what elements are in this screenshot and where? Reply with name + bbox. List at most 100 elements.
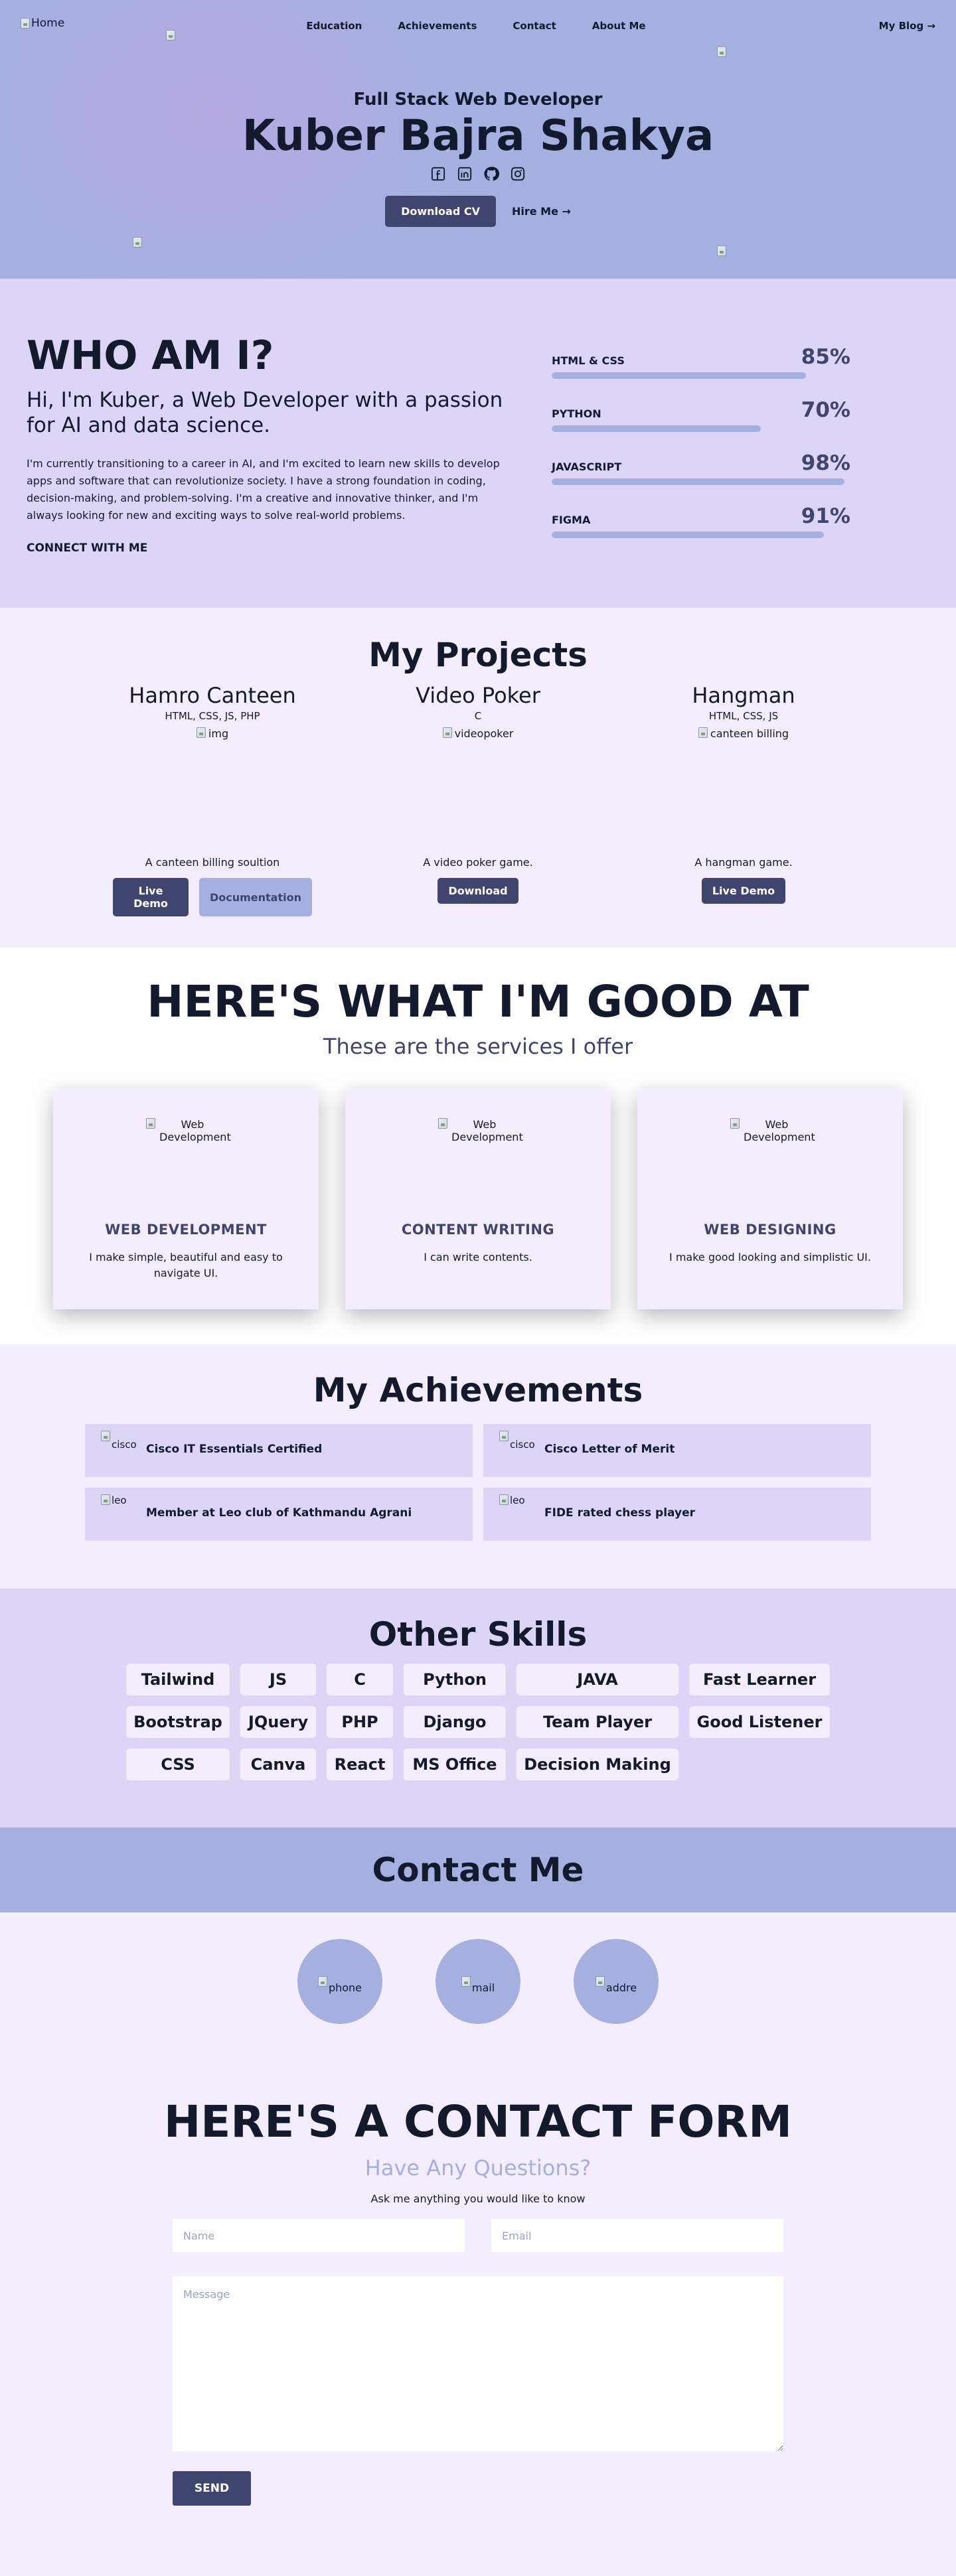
skill-chip: Bootstrap [126,1706,230,1738]
project-card: Video Poker C videopoker A video poker g… [378,682,578,904]
about-section: WHO AM I? Hi, I'm Kuber, a Web Developer… [0,279,956,608]
nav-link-achievements[interactable]: Achievements [398,20,477,32]
broken-image-icon [101,1431,110,1441]
broken-image-icon [146,1118,155,1129]
broken-image-icon [698,727,708,738]
project-buttons: Download [378,878,578,904]
achievements-section: My Achievements cisco Cisco IT Essential… [0,1344,956,1589]
instagram-icon[interactable] [509,165,526,182]
project-image-alt: videopoker [454,727,514,740]
skill-fill [552,478,844,485]
project-name: Hangman [692,683,795,708]
connect-heading: CONNECT WITH ME [27,541,148,555]
skill-chip: JAVA [517,1664,678,1695]
skill-name: FIGMA [552,514,591,526]
broken-image-icon [317,1976,327,1987]
service-text: I make simple, beautiful and easy to nav… [89,1251,283,1279]
service-title: WEB DESIGNING [704,1222,836,1238]
achievement-list: cisco Cisco IT Essentials Certified cisc… [85,1424,871,1541]
service-title: CONTENT WRITING [401,1222,555,1238]
service-cards: Web Development WEB DEVELOPMENT I make s… [53,1089,903,1309]
project-tech: C [474,710,482,722]
skill-chips: Tailwind JS C Python JAVA Fast Learner B… [126,1664,836,1780]
skill-percent: 98% [801,451,850,475]
broken-image-icon [499,1431,509,1441]
send-button[interactable]: SEND [173,2471,251,2506]
achievement-item: leo FIDE rated chess player [483,1488,871,1541]
skill-bar: HTML & CSS 85% [552,342,850,395]
live-demo-button[interactable]: Live Demo [701,878,786,904]
address-icon[interactable]: addre [574,1939,659,2024]
projects-title: My Projects [368,636,588,674]
hero-content: Full Stack Web Developer Kuber Bajra Sha… [0,90,956,227]
achievement-text: Cisco IT Essentials Certified [146,1443,323,1456]
skill-bars: HTML & CSS 85% PYTHON 70% JAVASCRIPT 98% FIGMA… [552,342,850,555]
project-tech: HTML, CSS, JS [708,710,779,722]
mail-icon[interactable]: mail [436,1939,520,2024]
broken-image-icon [595,1976,605,1987]
top-nav: Home Education Achievements Contact Abou… [0,0,956,53]
skill-track [552,532,850,538]
skill-chip: Decision Making [517,1749,678,1780]
nav-link-contact[interactable]: Contact [513,20,556,32]
blog-link[interactable]: My Blog → [879,20,935,32]
hire-me-button[interactable]: Hire Me → [512,205,571,218]
contact-icons: phone mail addre [0,1912,956,2065]
skill-chip: C [327,1664,393,1695]
hero-subtitle: Full Stack Web Developer [353,90,603,109]
service-image: Web Development [53,1089,319,1195]
achievement-item: cisco Cisco IT Essentials Certified [85,1424,473,1477]
services-title: HERE'S WHAT I'M GOOD AT [147,976,809,1027]
phone-icon[interactable]: phone [297,1939,382,2024]
linkedin-icon[interactable] [456,165,473,182]
achievement-logo-alt: leo [112,1494,127,1506]
services-subtitle: These are the services I offer [323,1034,633,1059]
hero-buttons: Download CV Hire Me → [0,196,956,227]
message-field[interactable] [173,2276,783,2451]
nav-link-about[interactable]: About Me [592,20,646,32]
contact-form-section: HERE'S A CONTACT FORM Have Any Questions… [0,2065,956,2576]
decoration-image-icon [717,46,726,57]
name-field[interactable] [173,2219,465,2252]
project-name: Hamro Canteen [129,683,296,708]
other-skills-title: Other Skills [368,1615,588,1654]
service-card: Web Development CONTENT WRITING I can wr… [345,1089,611,1309]
service-image-alt: Web Development [159,1118,231,1143]
project-buttons: Live Demo Documentation [113,878,312,916]
skill-chip: JQuery [240,1706,316,1738]
form-hint: Ask me anything you would like to know [370,2192,586,2205]
nav-link-education[interactable]: Education [306,20,362,32]
live-demo-button[interactable]: Live Demo [113,878,189,916]
hero-name: Kuber Bajra Shakya [242,111,714,161]
download-cv-button[interactable]: Download CV [385,196,496,227]
hero-section: Home Education Achievements Contact Abou… [0,0,956,279]
achievement-logo: leo [101,1494,127,1506]
about-title: WHO AM I? [27,332,274,379]
achievement-item: cisco Cisco Letter of Merit [483,1424,871,1477]
about-body: I'm currently transitioning to a career … [27,457,500,522]
email-field[interactable] [491,2219,783,2252]
project-image: canteen billing [644,722,843,855]
project-image-alt: canteen billing [710,727,789,740]
broken-image-icon [461,1976,471,1987]
broken-image-icon [730,1118,740,1129]
service-image: Web Development [637,1089,903,1195]
project-name: Video Poker [416,683,540,708]
broken-image-icon [499,1494,509,1505]
skill-name: PYTHON [552,407,601,420]
project-image: img [113,722,312,855]
about-lead: Hi, I'm Kuber, a Web Developer with a pa… [27,388,503,437]
service-text: I can write contents. [424,1251,532,1263]
documentation-button[interactable]: Documentation [199,878,312,916]
achievement-item: leo Member at Leo club of Kathmandu Agra… [85,1488,473,1541]
broken-image-icon [442,727,452,738]
skill-chip: Canva [240,1749,316,1780]
project-description: A video poker game. [423,856,533,869]
project-description: A hangman game. [694,856,793,869]
services-section: HERE'S WHAT I'M GOOD AT These are the se… [0,948,956,1344]
skill-name: HTML & CSS [552,354,625,367]
facebook-icon[interactable] [430,165,447,182]
skill-chip: JS [240,1664,316,1695]
github-icon[interactable] [483,165,500,182]
download-button[interactable]: Download [438,878,518,904]
